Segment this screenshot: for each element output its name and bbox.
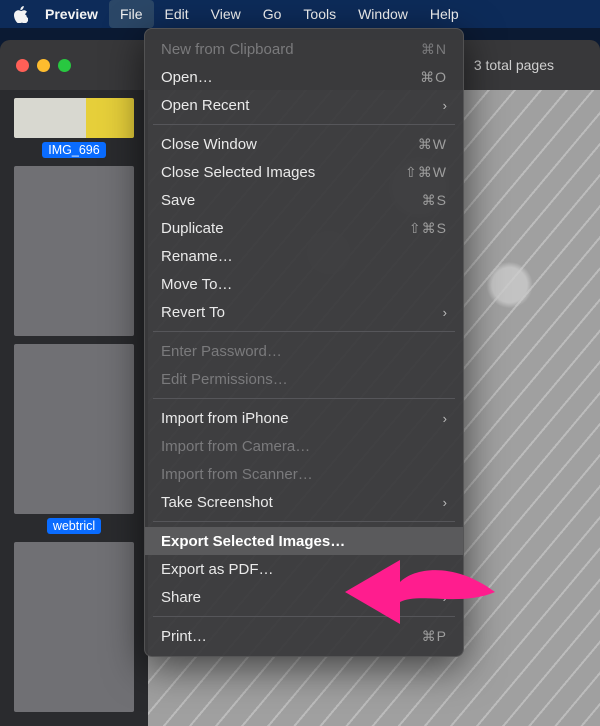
thumbnail-image [14,166,134,336]
menu-separator [153,331,455,332]
menu-item-label: Save [161,192,422,209]
thumbnail-item[interactable] [10,166,138,336]
menu-item-label: Export as PDF… [161,561,447,578]
menu-separator [153,616,455,617]
menubar-app-name[interactable]: Preview [34,0,109,28]
menu-item-label: Take Screenshot [161,494,435,511]
menu-item-shortcut: ⌘P [422,628,447,645]
menu-item-close-selected-images[interactable]: Close Selected Images⇧⌘W [145,158,463,186]
window-zoom-button[interactable] [58,59,71,72]
chevron-right-icon: › [443,495,447,510]
menubar-file[interactable]: File [109,0,154,28]
menu-item-shortcut: ⇧⌘W [405,164,447,181]
menu-item-label: Edit Permissions… [161,371,447,388]
menu-item-save[interactable]: Save⌘S [145,186,463,214]
menu-item-duplicate[interactable]: Duplicate⇧⌘S [145,214,463,242]
menu-item-label: Revert To [161,304,435,321]
thumbnail-item[interactable] [10,542,138,712]
thumbnail-sidebar: IMG_696 webtricl [0,90,148,726]
menu-item-share[interactable]: Share › [145,583,463,611]
thumbnail-label: webtricl [47,518,101,534]
chevron-right-icon: › [443,590,447,605]
menu-item-label: Close Selected Images [161,164,405,181]
chevron-right-icon: › [443,98,447,113]
menu-item-shortcut: ⌘W [418,136,447,153]
thumbnail-item[interactable]: IMG_696 [10,98,138,158]
menu-item-revert-to[interactable]: Revert To › [145,298,463,326]
thumbnail-image [14,344,134,514]
macos-menubar: Preview File Edit View Go Tools Window H… [0,0,600,28]
menu-item-label: Enter Password… [161,343,447,360]
menu-item-label: Close Window [161,136,418,153]
menu-item-close-window[interactable]: Close Window⌘W [145,130,463,158]
menubar-view[interactable]: View [200,0,252,28]
thumbnail-image [14,542,134,712]
chevron-right-icon: › [443,305,447,320]
menu-item-open-recent[interactable]: Open Recent › [145,91,463,119]
menu-item-shortcut: ⌘O [420,69,447,86]
file-menu-dropdown: New from Clipboard⌘NOpen…⌘OOpen Recent›C… [144,28,464,657]
menu-item-open[interactable]: Open…⌘O [145,63,463,91]
menu-item-label: Rename… [161,248,447,265]
menu-item-import-from-camera: Import from Camera… [145,432,463,460]
menu-item-shortcut: ⇧⌘S [409,220,447,237]
menu-item-enter-password: Enter Password… [145,337,463,365]
menu-separator [153,521,455,522]
apple-logo-icon[interactable] [6,6,34,23]
window-close-button[interactable] [16,59,29,72]
chevron-right-icon: › [443,411,447,426]
thumbnail-label: IMG_696 [42,142,105,158]
menu-item-label: Print… [161,628,422,645]
menu-item-label: Export Selected Images… [161,533,447,550]
menu-item-label: Open… [161,69,420,86]
menu-item-move-to[interactable]: Move To… [145,270,463,298]
menu-item-export-as-pdf[interactable]: Export as PDF… [145,555,463,583]
menu-item-print[interactable]: Print…⌘P [145,622,463,650]
window-traffic-lights [16,59,71,72]
menubar-window[interactable]: Window [347,0,419,28]
menubar-tools[interactable]: Tools [292,0,347,28]
menu-item-label: Import from iPhone [161,410,435,427]
menu-item-label: Import from Scanner… [161,466,447,483]
menu-item-shortcut: ⌘N [421,41,447,58]
menu-item-import-from-scanner: Import from Scanner… [145,460,463,488]
menubar-edit[interactable]: Edit [154,0,200,28]
window-minimize-button[interactable] [37,59,50,72]
menu-separator [153,398,455,399]
menu-item-edit-permissions: Edit Permissions… [145,365,463,393]
menu-item-take-screenshot[interactable]: Take Screenshot › [145,488,463,516]
menu-item-shortcut: ⌘S [422,192,447,209]
menu-item-label: Open Recent [161,97,435,114]
menu-item-label: Duplicate [161,220,409,237]
thumbnail-item[interactable]: webtricl [10,344,138,534]
page-count-label: 3 total pages [474,57,554,73]
menu-item-export-selected-images[interactable]: Export Selected Images… [145,527,463,555]
menu-item-new-from-clipboard: New from Clipboard⌘N [145,35,463,63]
menu-item-label: New from Clipboard [161,41,421,58]
menubar-help[interactable]: Help [419,0,470,28]
menu-item-label: Import from Camera… [161,438,447,455]
thumbnail-image [14,98,134,138]
menu-item-rename[interactable]: Rename… [145,242,463,270]
menu-item-label: Move To… [161,276,447,293]
menubar-go[interactable]: Go [252,0,293,28]
menu-item-import-from-iphone[interactable]: Import from iPhone › [145,404,463,432]
menu-separator [153,124,455,125]
menu-item-label: Share [161,589,435,606]
